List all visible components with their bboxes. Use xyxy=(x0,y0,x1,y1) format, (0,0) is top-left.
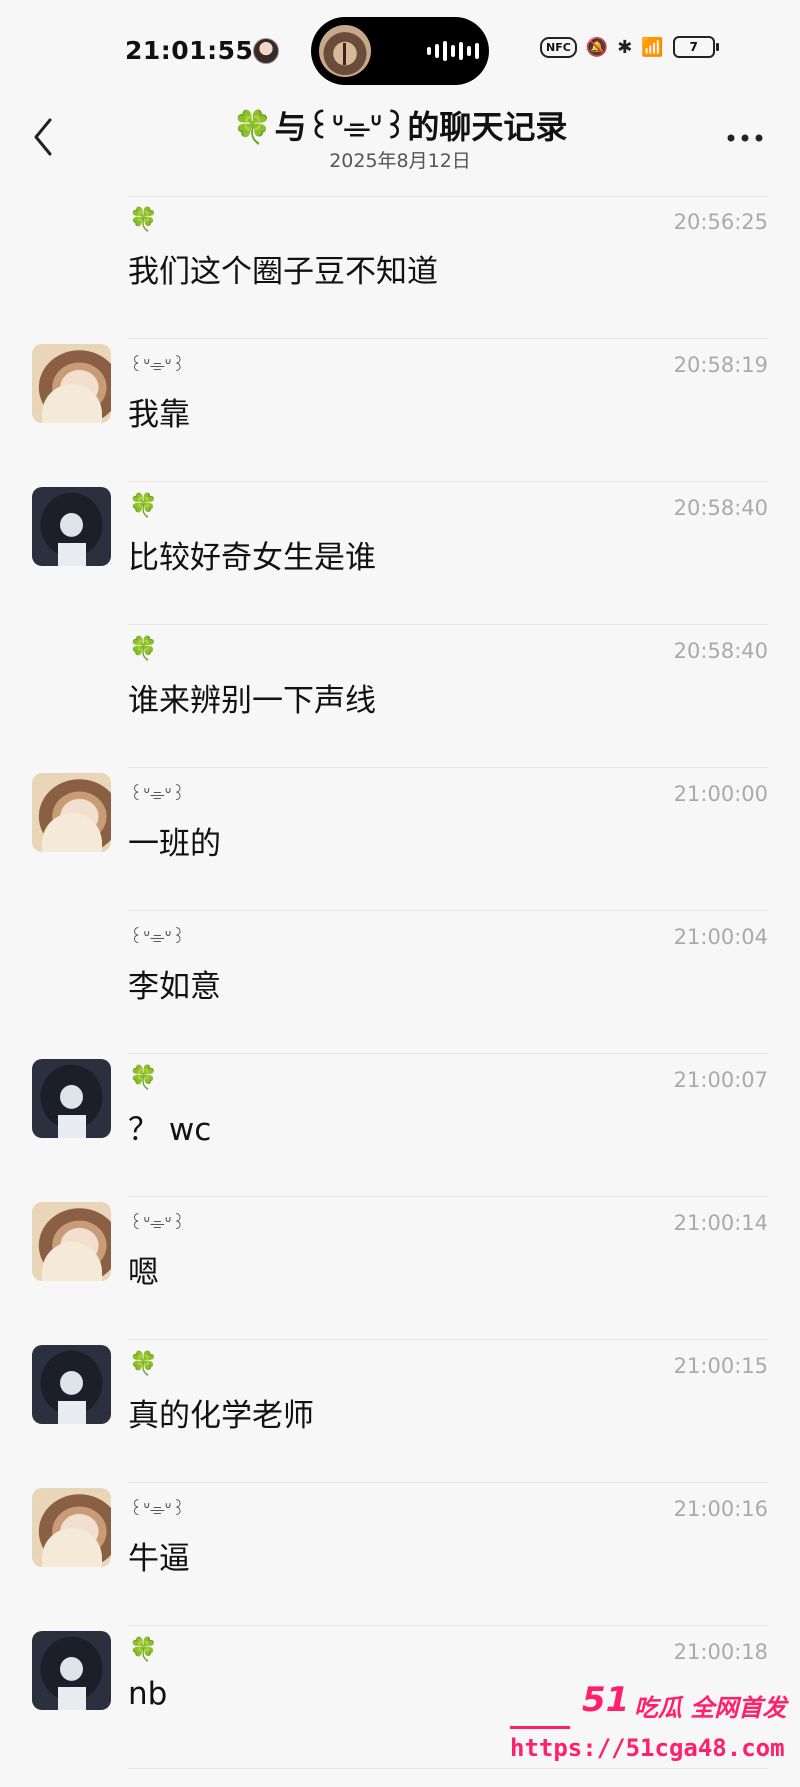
message-text: 谁来辨别一下声线 xyxy=(128,683,376,719)
message-time: 20:58:40 xyxy=(673,496,768,520)
message-text: nb xyxy=(128,1676,168,1712)
message-text: 牛逼 xyxy=(128,1541,190,1577)
message-time: 21:00:16 xyxy=(673,1497,768,1521)
message-row[interactable]: 🍀 20:58:40 谁来辨别一下声线 xyxy=(0,625,800,768)
message-row[interactable]: ꒰ᐡ⌯ᐡ꒱ 21:00:00 一班的 xyxy=(0,768,800,911)
message-time: 21:00:07 xyxy=(673,1068,768,1092)
avatar[interactable] xyxy=(32,1059,111,1138)
message-time: 21:00:15 xyxy=(673,1354,768,1378)
sender-name: ꒰ᐡ⌯ᐡ꒱ xyxy=(129,1213,186,1234)
more-horizontal-icon xyxy=(727,134,763,142)
watermark-url[interactable]: https://51cga48.com xyxy=(510,1734,785,1762)
page-date: 2025年8月12日 xyxy=(329,150,471,172)
message-row[interactable]: ꒰ᐡ⌯ᐡ꒱ 20:58:19 我靠 xyxy=(0,339,800,482)
message-row[interactable]: 🍀 20:56:25 我们这个圈子豆不知道 xyxy=(0,196,800,339)
message-text: 嗯 xyxy=(128,1255,159,1291)
avatar[interactable] xyxy=(32,1202,111,1281)
watermark-brand: 吃瓜 全网首发 xyxy=(634,1694,787,1722)
clover-icon: 🍀 xyxy=(232,108,273,146)
message-text: 真的化学老师 xyxy=(128,1398,314,1434)
sender-name: ꒰ᐡ⌯ᐡ꒱ xyxy=(129,355,186,376)
sender-name: ꒰ᐡ⌯ᐡ꒱ xyxy=(129,927,186,948)
watermark-logo: 51 xyxy=(582,1680,630,1720)
watermark: 51 吃瓜 全网首发 https://51cga48.com xyxy=(510,1680,800,1780)
sender-name: ꒰ᐡ⌯ᐡ꒱ xyxy=(129,1499,186,1520)
message-time: 21:00:00 xyxy=(673,782,768,806)
avatar[interactable] xyxy=(32,1488,111,1567)
album-cover xyxy=(319,25,371,77)
message-row[interactable]: ꒰ᐡ⌯ᐡ꒱ 21:00:16 牛逼 xyxy=(0,1483,800,1626)
message-time: 21:00:14 xyxy=(673,1211,768,1235)
battery-icon: 7 xyxy=(672,36,719,58)
dynamic-island-music[interactable] xyxy=(311,17,489,85)
message-time: 21:00:18 xyxy=(673,1640,768,1664)
sender-name: 🍀 xyxy=(129,1351,158,1377)
mute-icon: 🔕 xyxy=(585,36,609,58)
avatar[interactable] xyxy=(32,773,111,852)
message-row[interactable]: 🍀 20:58:40 比较好奇女生是谁 xyxy=(0,482,800,625)
status-icons: NFC 🔕 ✱ 📶 7 xyxy=(540,36,719,58)
avatar[interactable] xyxy=(32,1631,111,1710)
sender-name: 🍀 xyxy=(129,636,158,662)
status-bar: 21:01:55 NFC 🔕 ✱ 📶 7 xyxy=(0,0,800,96)
page-title: 🍀与꒰ᐡ⌯ᐡ꒱的聊天记录 xyxy=(0,102,800,148)
message-text: 李如意 xyxy=(128,969,221,1005)
audio-waveform-icon xyxy=(427,39,479,63)
message-row[interactable]: ꒰ᐡ⌯ᐡ꒱ 21:00:14 嗯 xyxy=(0,1197,800,1340)
message-time: 21:00:04 xyxy=(673,925,768,949)
signal-icon: 📶 xyxy=(641,36,664,58)
avatar[interactable] xyxy=(32,487,111,566)
message-text: 比较好奇女生是谁 xyxy=(128,540,376,576)
sender-name: 🍀 xyxy=(129,493,158,519)
message-text: 我靠 xyxy=(128,397,190,433)
avatar[interactable] xyxy=(32,1345,111,1424)
message-row[interactable]: 🍀 21:00:07 ？ wc xyxy=(0,1054,800,1197)
status-time: 21:01:55 xyxy=(125,36,254,65)
message-row[interactable]: 🍀 21:00:15 真的化学老师 xyxy=(0,1340,800,1483)
sender-name: 🍀 xyxy=(129,1065,158,1091)
status-avatar-icon xyxy=(253,38,279,64)
message-row[interactable]: ꒰ᐡ⌯ᐡ꒱ 21:00:04 李如意 xyxy=(0,911,800,1054)
message-text: 我们这个圈子豆不知道 xyxy=(128,254,438,290)
bluetooth-icon: ✱ xyxy=(617,36,633,58)
message-time: 20:58:40 xyxy=(673,639,768,663)
sender-name: ꒰ᐡ⌯ᐡ꒱ xyxy=(129,784,186,805)
message-text: ？ wc xyxy=(128,1112,212,1148)
nfc-icon: NFC xyxy=(540,36,577,58)
sender-name: 🍀 xyxy=(129,1637,158,1663)
page-title-text: 与꒰ᐡ⌯ᐡ꒱的聊天记录 xyxy=(274,108,568,146)
sender-name: 🍀 xyxy=(129,207,158,233)
message-time: 20:58:19 xyxy=(673,353,768,377)
watermark-line xyxy=(510,1726,570,1729)
avatar[interactable] xyxy=(32,344,111,423)
message-time: 20:56:25 xyxy=(673,210,768,234)
message-text: 一班的 xyxy=(128,826,221,862)
chat-history-header: 🍀与꒰ᐡ⌯ᐡ꒱的聊天记录 2025年8月12日 xyxy=(0,96,800,196)
more-button[interactable] xyxy=(722,118,768,158)
